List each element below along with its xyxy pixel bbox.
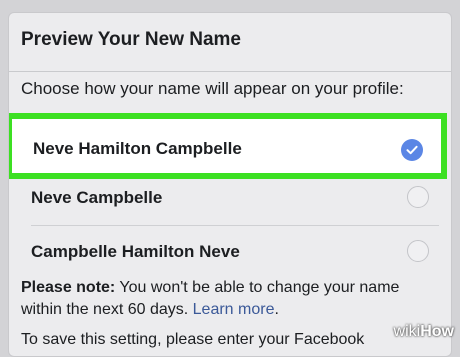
save-setting-prompt: To save this setting, please enter your … [21,331,441,349]
watermark-how: How [420,323,454,340]
name-change-note: Please note: You won't be able to change… [21,277,441,321]
name-preview-dialog: Preview Your New Name Choose how your na… [8,12,452,357]
instruction-text: Choose how your name will appear on your… [21,79,404,99]
option-divider [31,225,439,226]
name-option-label: Campbelle Hamilton Neve [31,242,240,262]
watermark-wiki: wiki [394,323,421,340]
checkmark-selected-icon[interactable] [401,139,423,161]
note-suffix: . [274,301,278,318]
title-divider [9,71,451,72]
name-option-label: Neve Campbelle [31,188,162,208]
note-prefix: Please note: [21,279,115,296]
radio-unchecked-icon[interactable] [407,186,429,208]
name-option-3[interactable]: Campbelle Hamilton Neve [9,227,451,279]
wikihow-watermark: wikiHow [394,323,454,341]
dialog-title: Preview Your New Name [21,29,241,51]
learn-more-link[interactable]: Learn more [193,301,275,318]
name-option-label: Neve Hamilton Campbelle [33,139,242,159]
name-option-2[interactable]: Neve Campbelle [9,173,451,225]
radio-unchecked-icon[interactable] [407,240,429,262]
name-option-1[interactable]: Neve Hamilton Campbelle [8,113,447,179]
